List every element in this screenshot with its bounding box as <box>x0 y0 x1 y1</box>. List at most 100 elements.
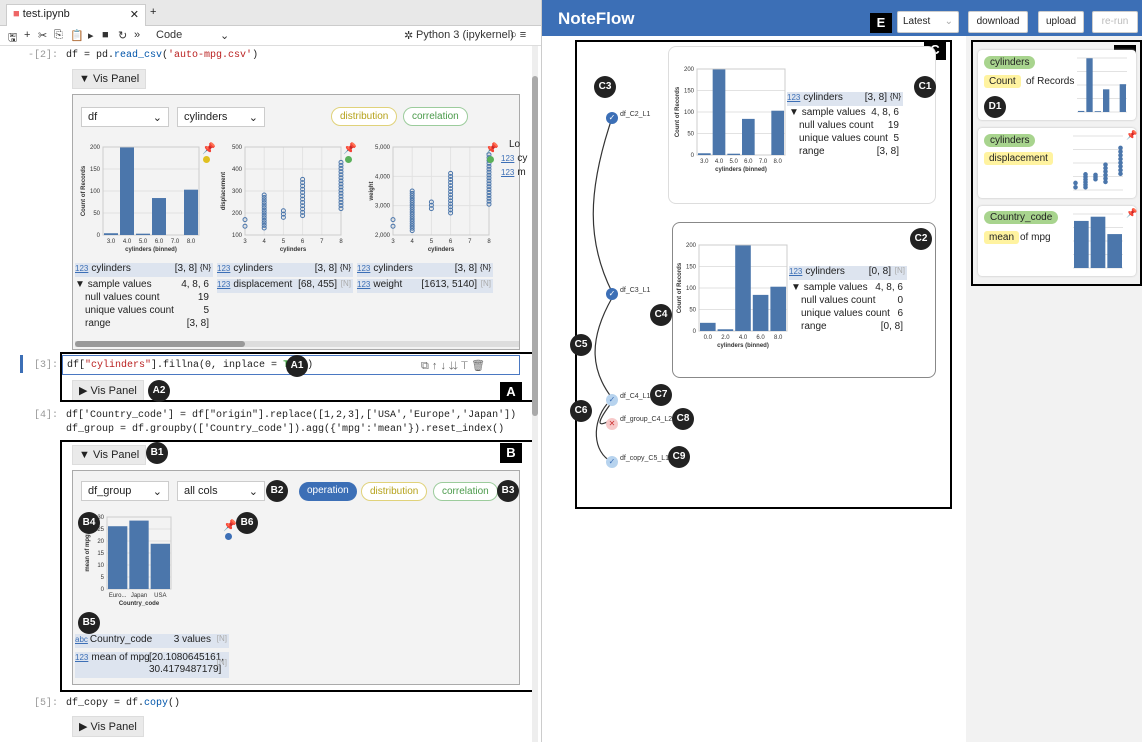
y-tick-label: 200 <box>684 67 695 73</box>
code-cell-4-line2[interactable]: df_group = df.groupby(['Country_code']).… <box>66 424 504 435</box>
meta-label: sample values <box>803 282 868 293</box>
y-axis-label: Count of Records <box>677 262 683 313</box>
pin-icon[interactable]: 📌 <box>1126 130 1137 141</box>
lineage-node[interactable]: ✕ <box>606 418 618 430</box>
pin-icon[interactable]: 📌 <box>223 519 237 532</box>
horizontal-scrollbar[interactable] <box>75 341 519 347</box>
meta-tag: [N] <box>340 279 351 288</box>
correlation-pill[interactable]: correlation <box>433 482 498 501</box>
column-meta-header[interactable]: 123 weight [1613, 5140] [N] <box>357 279 493 293</box>
distribution-pill[interactable]: distribution <box>361 482 428 501</box>
vis-panel-toggle[interactable]: ▼ Vis Panel <box>72 69 147 89</box>
x-tick-label: Japan <box>131 593 147 599</box>
meta-label: range <box>85 318 111 329</box>
pin-icon[interactable]: 📌 <box>343 142 357 155</box>
meta-name: mean of mpg <box>91 652 150 663</box>
chevron-down-icon[interactable]: ⌄ <box>220 29 229 42</box>
column-select[interactable]: cylinders ⌄ <box>177 107 265 127</box>
pin-icon[interactable]: 📌 <box>1126 208 1137 219</box>
x-tick-label: 7 <box>320 239 324 245</box>
column-meta-header[interactable]: abc Country_code 3 values [N] <box>75 634 229 648</box>
x-tick-label: 5 <box>430 239 434 245</box>
lineage-node[interactable]: ✓ <box>606 394 618 406</box>
upload-button[interactable]: upload <box>1038 11 1084 33</box>
dataframe-select[interactable]: df_group ⌄ <box>81 481 169 501</box>
vertical-scrollbar[interactable] <box>532 46 538 742</box>
code-cell-4-line1[interactable]: df['Country_code'] = df["origin"].replac… <box>66 410 516 421</box>
cut-icon[interactable]: ✂ <box>38 29 47 42</box>
scatter-displacement: 500 400 300 200 1003 4 5 6 7 8 cylinders displaceme… <box>221 145 344 253</box>
sample-values-row[interactable]: ▼ sample values 4, 8, 6 <box>75 279 213 290</box>
summary-card-c1[interactable]: 200 150 100 50 0 3.0 4.0 5.0 6.0 7.0 8.0 cylinders … <box>668 46 936 204</box>
notebook-pane: ■ test.ipynb ✕ + 🖫 + ✂ ⎘ 📋 ▸ ■ ↻ » Code … <box>0 0 542 742</box>
pin-icon[interactable]: 📌 <box>485 142 499 155</box>
sample-values-row[interactable]: ▼ sample values 4, 8, 6 <box>791 282 907 293</box>
null-count-row: null values count 0 <box>801 295 907 306</box>
code-cell-2[interactable]: df = pd.read_csv('auto-mpg.csv') <box>66 50 258 61</box>
badge-a1: A1 <box>286 355 308 377</box>
download-button[interactable]: download <box>968 11 1028 33</box>
bar <box>752 294 769 331</box>
column-meta-header[interactable]: 123 cylinders [3, 8] {N} <box>787 92 903 106</box>
pin-icon[interactable]: 📌 <box>202 142 216 155</box>
meta-tag: {N} <box>339 263 351 272</box>
column-meta-header[interactable]: 123 mean of mpg [20.1080645161, 30.41794871… <box>75 652 229 678</box>
column-meta-header[interactable]: 123 cylinders [0, 8] [N] <box>789 266 907 280</box>
vis-panel-toggle[interactable]: ▶ Vis Panel <box>72 716 144 737</box>
x-tick-label: 3 <box>391 239 395 245</box>
column-meta-header[interactable]: 123 displacement [68, 455] [N] <box>217 279 353 293</box>
tab-test-ipynb[interactable]: ■ test.ipynb ✕ <box>6 4 146 26</box>
operation-pill[interactable]: operation <box>299 482 357 501</box>
range-row: range [3, 8] <box>85 318 213 329</box>
pinned-card[interactable]: Country_code mean of mpg 📌 <box>978 206 1137 276</box>
restart-icon[interactable]: ↻ <box>118 29 127 42</box>
column-meta-header[interactable]: 123 cylinders [3, 8] {N} <box>75 263 213 277</box>
add-cell-icon[interactable]: + <box>24 29 30 41</box>
paste-icon[interactable]: 📋 <box>70 29 84 42</box>
meta-value: 4, 8, 6 <box>871 107 899 118</box>
lineage-node[interactable]: ✓ <box>606 288 618 300</box>
correlation-pill[interactable]: correlation <box>403 107 468 126</box>
lineage-node[interactable]: ✓ <box>606 456 618 468</box>
y-tick-label: 100 <box>90 189 101 195</box>
column-select[interactable]: all cols ⌄ <box>177 481 265 501</box>
run-icon[interactable]: ▸ <box>88 29 94 42</box>
close-icon[interactable]: ✕ <box>130 8 139 21</box>
kernel-name[interactable]: Python 3 (ipykernel) <box>416 29 514 41</box>
y-axis-label: mean of mpg <box>85 534 91 572</box>
bar <box>120 147 134 235</box>
y-tick-label: 150 <box>684 89 695 95</box>
scrollbar-thumb[interactable] <box>532 76 538 416</box>
dataframe-select[interactable]: df ⌄ <box>81 107 169 127</box>
y-tick-label: 3,000 <box>375 204 391 210</box>
code-cell-5[interactable]: df_copy = df.copy() <box>66 698 180 709</box>
scrollbar-thumb[interactable] <box>75 341 245 347</box>
pinned-card[interactable]: cylinders displacement 📌 <box>978 128 1137 198</box>
select-value: Latest <box>903 16 931 27</box>
column-meta-header[interactable]: 123 cylinders [3, 8] {N} <box>217 263 353 277</box>
x-tick-label: 5.0 <box>139 239 148 245</box>
bar <box>770 286 786 331</box>
vis-panel-toggle[interactable]: ▼ Vis Panel <box>72 445 147 465</box>
lineage-node[interactable]: ✓ <box>606 112 618 124</box>
rerun-button[interactable]: re-run <box>1092 11 1138 33</box>
vis-panel-label: Vis Panel <box>92 73 140 85</box>
copy-icon[interactable]: ⎘ <box>54 29 63 42</box>
distribution-pill[interactable]: distribution <box>331 107 398 126</box>
aggregate-text: of mpg <box>1020 232 1051 243</box>
y-tick-label: 2,000 <box>375 233 391 239</box>
cell-type-select[interactable]: Code <box>156 29 182 41</box>
save-icon[interactable]: 🖫 <box>8 29 17 48</box>
legend-item: 123 m <box>501 167 526 178</box>
bar <box>1090 216 1106 268</box>
version-select[interactable]: Latest ⌄ <box>897 11 959 33</box>
scatter-point <box>1118 156 1123 162</box>
summary-card-c2[interactable]: 200 150 100 50 0 0.0 2.0 4.0 6.0 8.0 cylinders (bi… <box>672 222 936 378</box>
fast-forward-icon[interactable]: » <box>134 29 140 41</box>
meta-value: [3, 8] <box>186 318 209 329</box>
new-tab-icon[interactable]: + <box>150 6 156 18</box>
badge-b2: B2 <box>266 480 288 502</box>
column-meta-header[interactable]: 123 cylinders [3, 8] {N} <box>357 263 493 277</box>
stop-icon[interactable]: ■ <box>102 29 109 41</box>
sample-values-row[interactable]: ▼ sample values 4, 8, 6 <box>789 107 903 118</box>
